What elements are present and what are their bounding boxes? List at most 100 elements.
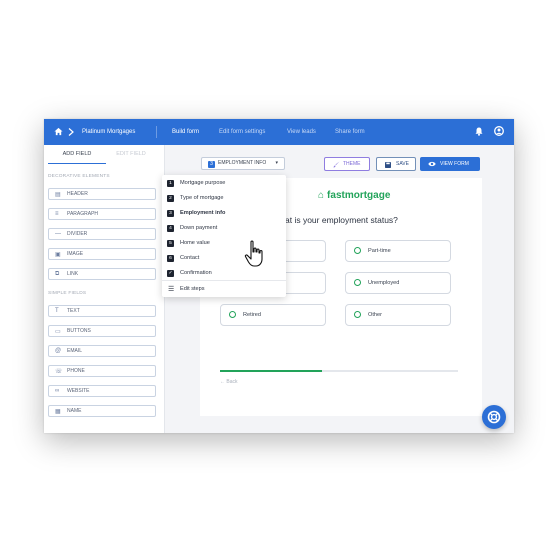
step-item-down-payment[interactable]: 4 Down payment [167, 221, 281, 236]
text-icon: T [55, 307, 59, 314]
step-label: Type of mortgage [180, 195, 224, 201]
option-other[interactable]: Other [345, 304, 451, 326]
field-button-website[interactable]: ∞ WEBSITE [48, 385, 156, 397]
decorative-elements-heading: DECORATIVE ELEMENTS [48, 174, 110, 179]
progress-track [220, 370, 458, 372]
step-label: Contact [180, 255, 200, 261]
nav-view-leads[interactable]: View leads [287, 119, 316, 145]
step-item-type-of-mortgage[interactable]: 2 Type of mortgage [167, 191, 281, 206]
field-label: EMAIL [67, 348, 83, 354]
theme-button[interactable]: THEME [324, 157, 370, 171]
image-icon: ▣ [55, 251, 61, 258]
option-unemployed[interactable]: Unemployed [345, 272, 451, 294]
radio-icon [354, 311, 361, 318]
back-link[interactable]: ← Back [220, 379, 238, 385]
hand-pointer-icon [244, 240, 263, 267]
progress-fill [220, 370, 323, 372]
house-logo-icon: ⌂ [318, 190, 325, 201]
step-item-employment-info[interactable]: 3 Employment info [167, 206, 281, 221]
tab-edit-field[interactable]: EDIT FIELD [102, 145, 160, 163]
brush-icon [333, 161, 340, 168]
nav-edit-form-settings[interactable]: Edit form settings [219, 119, 265, 145]
field-label: PARAGRAPH [67, 211, 99, 217]
sidebar-tabs: ADD FIELD EDIT FIELD [44, 145, 164, 165]
edit-steps-label: Edit steps [180, 286, 205, 292]
option-label: Other [368, 312, 382, 318]
header-icon: ▤ [55, 191, 61, 198]
field-label: BUTTONS [67, 328, 91, 334]
field-button-email[interactable]: @ EMAIL [48, 345, 156, 357]
save-icon [385, 161, 391, 168]
option-part-time[interactable]: Part-time [345, 240, 451, 262]
link-icon: ⧉ [55, 270, 60, 277]
name-icon: ▦ [55, 408, 61, 415]
paragraph-icon: ≡ [55, 210, 59, 217]
option-label: Retired [243, 312, 262, 318]
field-button-buttons[interactable]: ▭ BUTTONS [48, 325, 156, 337]
field-label: LINK [67, 271, 79, 277]
field-label: HEADER [67, 191, 88, 197]
step-number: 5 [167, 240, 174, 247]
field-label: DIVIDER [67, 231, 88, 237]
step-item-mortgage-purpose[interactable]: 1 Mortgage purpose [167, 176, 281, 191]
nav-divider [156, 126, 157, 138]
field-button-paragraph[interactable]: ≡ PARAGRAPH [48, 208, 156, 220]
phone-icon: ☏ [55, 368, 63, 375]
save-button[interactable]: SAVE [376, 157, 416, 171]
help-button[interactable] [482, 405, 506, 429]
option-retired[interactable]: Retired [220, 304, 326, 326]
field-button-image[interactable]: ▣ IMAGE [48, 248, 156, 260]
field-label: TEXT [67, 308, 80, 314]
eye-icon [428, 161, 436, 167]
save-label: SAVE [396, 161, 409, 167]
option-label: Unemployed [368, 280, 400, 286]
field-button-divider[interactable]: — DIVIDER [48, 228, 156, 240]
field-label: WEBSITE [67, 388, 90, 394]
step-item-confirmation[interactable]: ✓ Confirmation [167, 266, 281, 281]
step-number-badge: 3 [208, 160, 215, 168]
step-number: 4 [167, 225, 174, 232]
account-icon[interactable] [494, 126, 504, 136]
breadcrumb-workspace[interactable]: Platinum Mortgages [82, 119, 135, 145]
list-icon: ☰ [168, 286, 175, 293]
field-button-text[interactable]: T TEXT [48, 305, 156, 317]
edit-steps-item[interactable]: ☰ Edit steps [167, 282, 281, 297]
step-number: 1 [167, 180, 174, 187]
option-label: Part-time [368, 248, 391, 254]
field-button-link[interactable]: ⧉ LINK [48, 268, 156, 280]
email-icon: @ [55, 347, 62, 354]
lifebuoy-icon [487, 410, 501, 424]
radio-icon [229, 311, 236, 318]
chevron-right-icon [68, 128, 74, 136]
tab-add-field[interactable]: ADD FIELD [48, 145, 106, 164]
view-form-button[interactable]: VIEW FORM [420, 157, 480, 171]
step-label: Employment info [180, 210, 226, 216]
form-question: at is your employment status? [285, 215, 398, 225]
brand-name: fastmortgage [327, 190, 391, 201]
step-label: Home value [180, 240, 210, 246]
home-icon[interactable] [54, 127, 63, 136]
nav-build-form[interactable]: Build form [172, 119, 199, 145]
brand-logo: ⌂ fastmortgage [318, 190, 390, 201]
notification-bell-icon[interactable] [475, 127, 483, 136]
step-label: Confirmation [180, 270, 212, 276]
radio-icon [354, 247, 361, 254]
top-nav-bar: Platinum Mortgages Build form Edit form … [44, 119, 514, 145]
step-number: 6 [167, 255, 174, 262]
dropdown-divider [162, 280, 286, 281]
buttons-icon: ▭ [55, 328, 61, 335]
step-number: ✓ [167, 270, 174, 277]
step-number: 3 [167, 210, 174, 217]
field-label: PHONE [67, 368, 85, 374]
field-label: NAME [67, 408, 82, 414]
chevron-down-icon: ▾ [275, 160, 278, 166]
nav-share-form[interactable]: Share form [335, 119, 365, 145]
field-button-phone[interactable]: ☏ PHONE [48, 365, 156, 377]
step-selector-label: EMPLOYMENT INFO [218, 160, 267, 166]
step-selector[interactable]: 3 EMPLOYMENT INFO ▾ [201, 157, 285, 170]
field-button-header[interactable]: ▤ HEADER [48, 188, 156, 200]
step-number: 2 [167, 195, 174, 202]
field-button-name[interactable]: ▦ NAME [48, 405, 156, 417]
website-icon: ∞ [55, 387, 60, 394]
view-form-label: VIEW FORM [440, 161, 469, 167]
